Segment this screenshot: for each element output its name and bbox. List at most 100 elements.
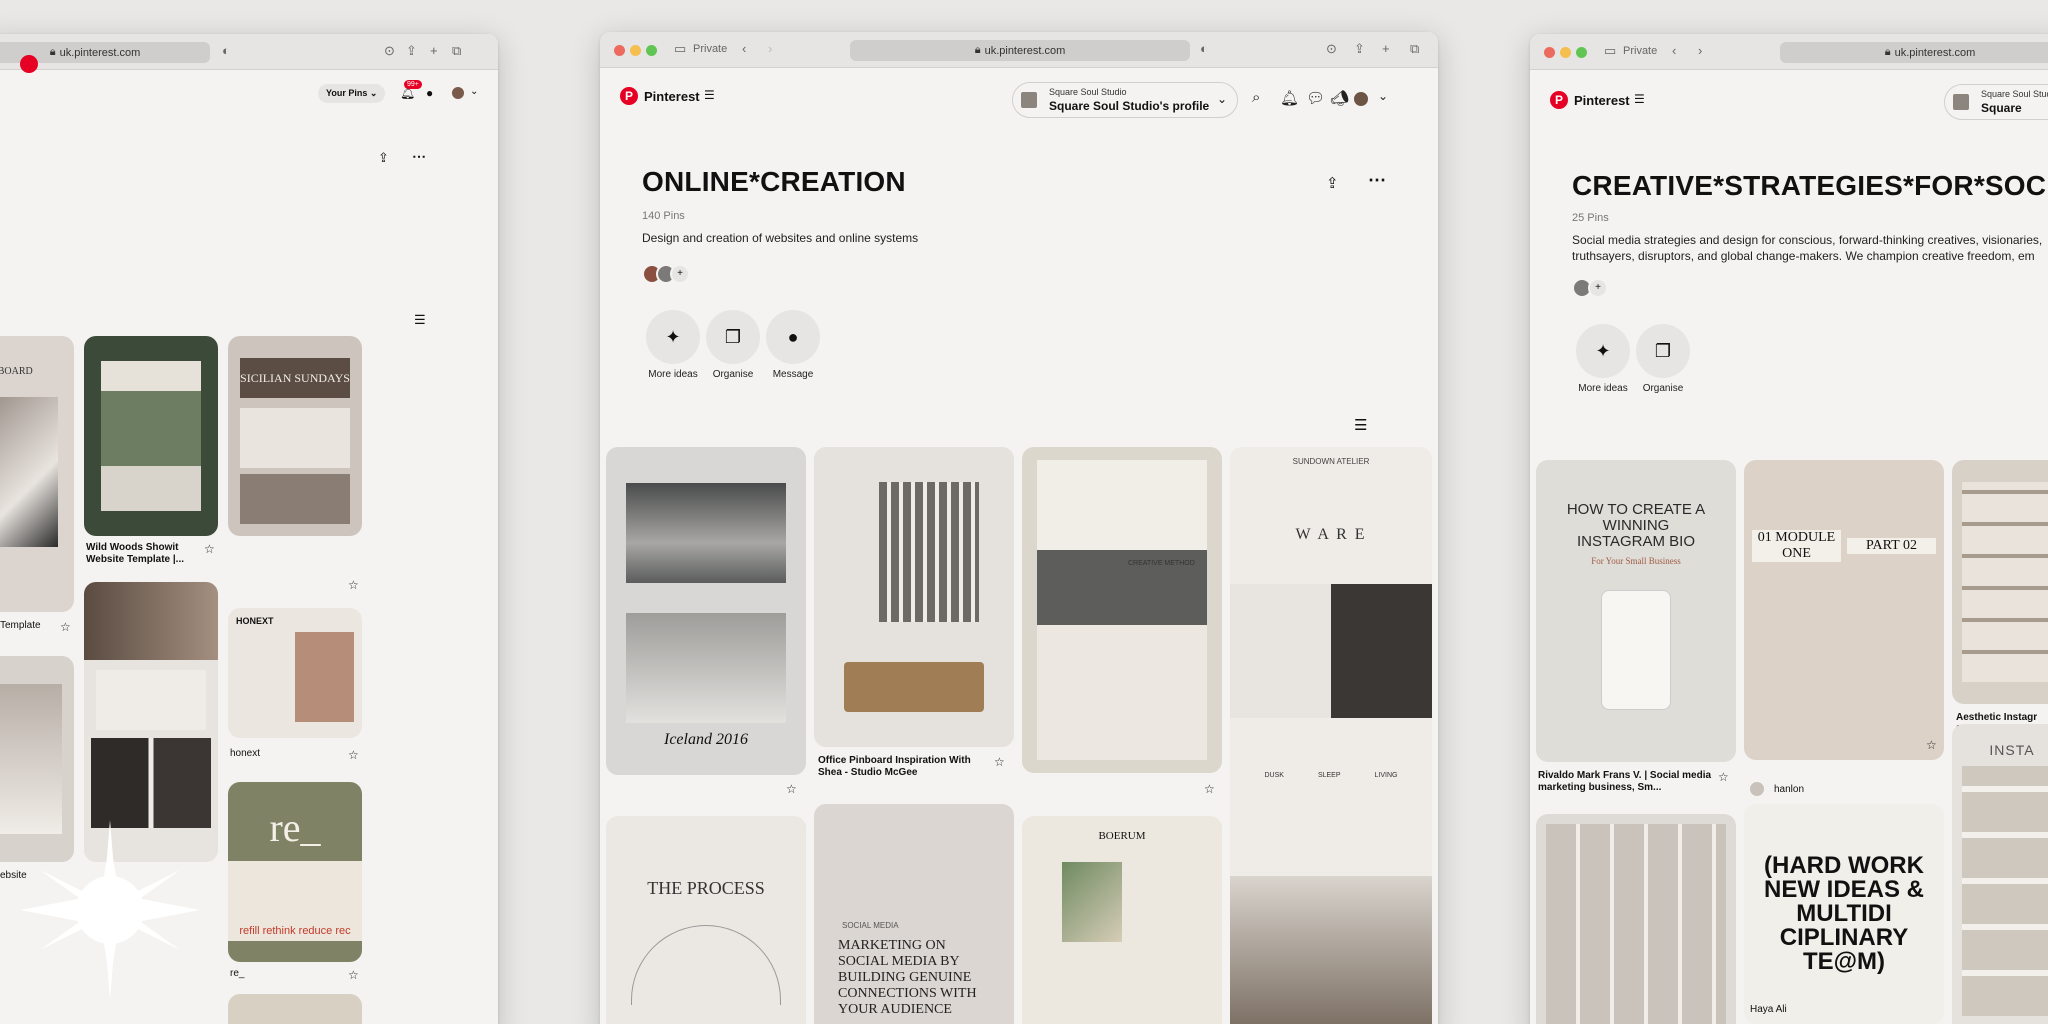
share-icon[interactable]: ⇪ (406, 43, 417, 59)
save-star-icon[interactable]: ☆ (348, 748, 359, 762)
new-tab-icon[interactable]: + (1382, 41, 1390, 56)
chevron-down-icon[interactable]: ⌄ (470, 86, 478, 97)
pin-card-ware[interactable]: SUNDOWN ATELIER W A R E DUSK SLEEP LIVIN… (1230, 447, 1432, 887)
sidebar-icon[interactable]: ▭ (674, 41, 686, 57)
pinterest-logo-icon[interactable]: P (620, 87, 638, 105)
forward-arrow-icon[interactable]: › (1698, 43, 1702, 58)
pinterest-brand[interactable]: Pinterest (1574, 93, 1630, 108)
pin-card-sicilian-sundays[interactable]: SICILIAN SUNDAYS (228, 336, 362, 536)
chevron-down-icon[interactable]: ⌄ (1378, 89, 1388, 103)
organise-button[interactable]: ❐ (706, 310, 760, 364)
zoom-window-button[interactable] (646, 45, 657, 56)
menu-icon[interactable]: ☰ (1634, 92, 1645, 106)
pin-card-bottom[interactable] (228, 994, 362, 1024)
add-collaborator-icon[interactable]: + (1588, 278, 1608, 298)
bell-icon[interactable]: 🔔︎ (1280, 89, 1299, 107)
more-ideas-button[interactable]: ✦ (646, 310, 700, 364)
lock-icon: 🔒︎ (49, 46, 56, 58)
pin-card-honext[interactable]: HONEXT (228, 608, 362, 738)
your-pins-button[interactable]: Your Pins ⌄ (318, 84, 386, 103)
pin-card-marketing[interactable]: SOCIAL MEDIA MARKETING ON SOCIAL MEDIA B… (814, 804, 1014, 1024)
pin-card-process[interactable]: THE PROCESS (606, 816, 806, 1024)
save-star-icon[interactable]: ☆ (348, 968, 359, 982)
save-star-icon[interactable]: ☆ (1204, 782, 1215, 796)
account-avatar[interactable] (1352, 90, 1370, 108)
pin-subtext: For Your Small Business (1591, 556, 1681, 566)
organise-icon: ❐ (1654, 340, 1672, 361)
pin-card-boerum[interactable]: BOERUM (1022, 816, 1222, 1024)
menu-icon[interactable]: ☰ (704, 88, 715, 102)
forward-arrow-icon[interactable]: › (768, 41, 772, 56)
save-star-icon[interactable]: ☆ (1926, 738, 1937, 752)
lock-icon: 🔒︎ (1884, 46, 1891, 58)
right-address-text: uk.pinterest.com (1894, 46, 1976, 59)
pin-caption: Wild Woods Showit Website Template |... (86, 542, 185, 565)
pin-card-instagram-bio[interactable]: HOW TO CREATE A WINNING INSTAGRAM BIO Fo… (1536, 460, 1736, 762)
add-collaborator-icon[interactable]: + (670, 264, 690, 284)
tabs-overview-icon[interactable]: ⧉ (1410, 41, 1419, 57)
filter-icon[interactable]: ☰ (414, 312, 426, 328)
save-star-icon[interactable]: ☆ (786, 782, 797, 796)
close-window-button[interactable] (614, 45, 625, 56)
filter-icon[interactable]: ☰ (1354, 416, 1367, 434)
save-star-icon[interactable]: ☆ (60, 620, 71, 634)
profile-switcher[interactable]: Square Soul Studio Square Soul Studio's … (1012, 82, 1238, 118)
save-star-icon[interactable]: ☆ (994, 755, 1005, 769)
minimize-window-button[interactable] (1560, 47, 1571, 58)
close-window-button[interactable] (1544, 47, 1555, 58)
pin-image (1546, 824, 1726, 1024)
pin-card-insta[interactable]: INSTA (1952, 724, 2048, 1024)
pin-card-iceland[interactable]: Iceland 2016 (606, 447, 806, 775)
save-star-icon[interactable]: ☆ (204, 542, 215, 556)
creator-avatar[interactable] (1748, 780, 1766, 798)
shield-icon[interactable]: ◐ (222, 43, 230, 58)
minimize-window-button[interactable] (630, 45, 641, 56)
message-button[interactable]: ● (766, 310, 820, 364)
back-arrow-icon[interactable]: ‹ (742, 41, 746, 56)
organise-button[interactable]: ❐ (1636, 324, 1690, 378)
center-address-bar[interactable]: 🔒︎ uk.pinterest.com (850, 40, 1190, 61)
ware-items-row: DUSK SLEEP LIVING (1265, 772, 1398, 779)
chat-icon[interactable]: 💬︎ (1306, 89, 1325, 107)
download-icon[interactable]: ⊙ (1326, 41, 1337, 57)
pin-card-creative-method[interactable] (1022, 447, 1222, 773)
pin-text: Iceland 2016 (664, 731, 748, 748)
back-arrow-icon[interactable]: ‹ (1672, 43, 1676, 58)
new-tab-icon[interactable]: + (430, 43, 438, 58)
avatar[interactable] (450, 85, 466, 101)
chat-icon[interactable]: ● (426, 86, 433, 100)
sidebar-icon[interactable]: ▭ (1604, 43, 1616, 59)
tabs-overview-icon[interactable]: ⧉ (452, 43, 461, 59)
pin-card-aesthetic[interactable] (1952, 460, 2048, 704)
profile-switcher[interactable]: Square Soul Studio Square (1944, 84, 2048, 120)
megaphone-icon[interactable]: 📣︎ (1330, 89, 1349, 107)
sky-image (626, 613, 786, 723)
pinterest-logo-icon[interactable]: P (1550, 91, 1568, 109)
pin-image (1962, 482, 2048, 682)
pin-card-board[interactable]: D BOARD (0, 336, 74, 612)
pin-card-mosaic[interactable] (1536, 814, 1736, 1024)
website-mockup-image (101, 361, 201, 511)
pin-card-hard-work[interactable]: (HARD WORK NEW IDEAS & MULTIDI CIPLINARY… (1744, 804, 1944, 1024)
save-star-icon[interactable]: ☆ (1718, 770, 1729, 784)
pin-card-ceramics[interactable] (1230, 876, 1432, 1024)
download-icon[interactable]: ⊙ (384, 43, 395, 59)
zoom-window-button[interactable] (1576, 47, 1587, 58)
save-star-icon[interactable]: ☆ (348, 578, 359, 592)
pin-card-pinboard[interactable] (814, 447, 1014, 747)
pin-card-modules[interactable]: 01 MODULE ONE PART 02 (1744, 460, 1944, 760)
more-options-icon[interactable]: ⋯ (412, 148, 426, 165)
share-board-icon[interactable]: ⇪ (378, 150, 389, 166)
right-address-bar[interactable]: 🔒︎ uk.pinterest.com (1780, 42, 2048, 63)
pin-card-re[interactable]: re_ refill rethink reduce rec (228, 782, 362, 962)
share-icon[interactable]: ⇪ (1354, 41, 1365, 57)
search-icon[interactable]: ⌕ (1252, 89, 1260, 106)
more-options-icon[interactable]: ⋯ (1368, 170, 1386, 191)
pin-caption: Template (0, 620, 41, 631)
pin-card-wild-woods[interactable] (84, 336, 218, 536)
pinterest-brand[interactable]: Pinterest (644, 89, 700, 104)
share-board-icon[interactable]: ⇪ (1326, 174, 1339, 192)
more-ideas-button[interactable]: ✦ (1576, 324, 1630, 378)
shield-icon[interactable]: ◐ (1200, 41, 1208, 56)
pin-text: 01 MODULE ONE (1752, 529, 1841, 562)
